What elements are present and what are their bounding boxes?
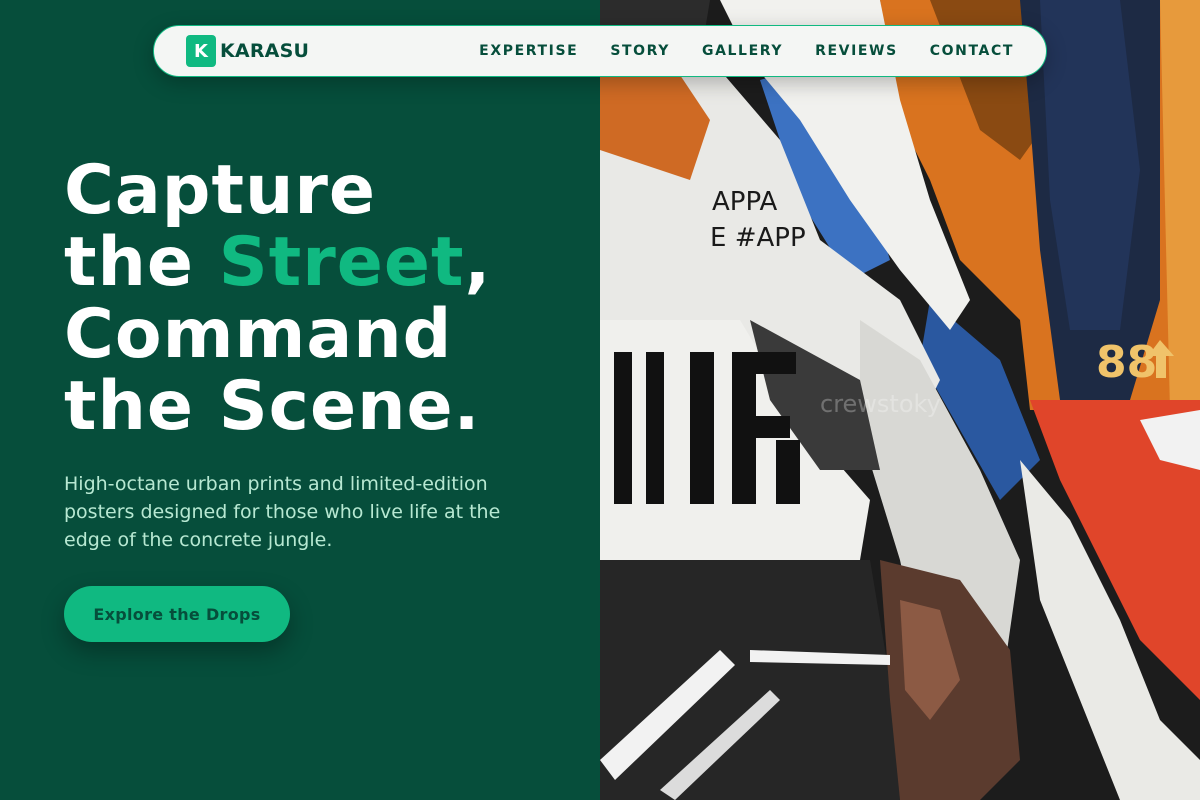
hero-subtitle: High-octane urban prints and limited-edi… — [64, 473, 501, 551]
brand-logo[interactable]: K KARASU — [186, 35, 309, 67]
hero-poster-image: 88 APPA E #APP crewstoky — [600, 0, 1200, 800]
poster-text-mid: E #APP — [710, 223, 806, 253]
headline-line-4: the Scene. — [64, 367, 481, 446]
headline-accent-word: Street — [218, 223, 465, 302]
headline-line-2-pre: the — [64, 223, 219, 302]
hero-left-panel: Capture the Street, Command the Scene. H… — [0, 0, 600, 800]
nav-link-expertise[interactable]: EXPERTISE — [479, 43, 578, 59]
brand-mark-icon: K — [186, 35, 216, 67]
nav-menu: EXPERTISE STORY GALLERY REVIEWS CONTACT — [447, 43, 1014, 59]
nav-link-reviews[interactable]: REVIEWS — [815, 43, 898, 59]
headline-line-2-post: , — [464, 223, 492, 302]
explore-drops-button[interactable]: Explore the Drops — [64, 586, 290, 642]
poster-number: 88 — [1096, 337, 1157, 388]
headline-line-3: Command — [64, 295, 453, 374]
top-navbar: K KARASU EXPERTISE STORY GALLERY REVIEWS… — [153, 25, 1047, 77]
nav-link-story[interactable]: STORY — [610, 43, 670, 59]
poster-watermark: crewstoky — [820, 390, 941, 418]
poster-text-top: APPA — [712, 187, 777, 217]
headline-line-1: Capture — [64, 151, 377, 230]
nav-link-gallery[interactable]: GALLERY — [702, 43, 783, 59]
torn-poster-collage: 88 APPA E #APP crewstoky — [600, 0, 1200, 800]
brand-name: KARASU — [220, 40, 310, 62]
hero-headline: Capture the Street, Command the Scene. — [64, 155, 584, 443]
nav-link-contact[interactable]: CONTACT — [930, 43, 1014, 59]
